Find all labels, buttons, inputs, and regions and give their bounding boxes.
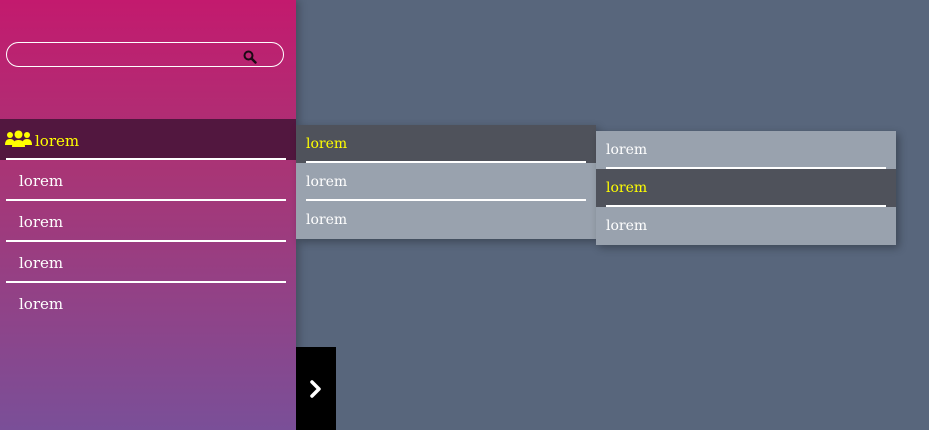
submenu1-item-2[interactable]: lorem — [296, 163, 596, 201]
submenu1-item-1[interactable]: lorem — [296, 125, 596, 163]
submenu-level-1: lorem lorem lorem — [296, 125, 596, 239]
sidebar-item-label: lorem — [19, 295, 64, 313]
sidebar-item-lorem-1[interactable]: lorem — [0, 119, 296, 160]
chevron-right-icon — [310, 380, 321, 398]
sidebar-item-lorem-2[interactable]: lorem — [0, 160, 296, 201]
search-box — [6, 42, 284, 67]
submenu-item-label: lorem — [606, 142, 648, 158]
search-icon[interactable] — [243, 49, 257, 64]
sidebar-item-label: lorem — [19, 172, 64, 190]
sidebar-menu: lorem lorem lorem lorem lorem — [0, 119, 296, 324]
sidebar-toggle-button[interactable] — [296, 347, 336, 430]
submenu-item-label: lorem — [306, 212, 348, 228]
sidebar-item-label: lorem — [35, 132, 80, 150]
sidebar: lorem lorem lorem lorem lorem — [0, 0, 296, 430]
users-icon — [5, 130, 32, 148]
submenu2-item-2[interactable]: lorem — [596, 169, 896, 207]
submenu-item-label: lorem — [306, 136, 348, 152]
submenu-item-label: lorem — [306, 174, 348, 190]
submenu1-item-3[interactable]: lorem — [296, 201, 596, 239]
search-input[interactable] — [17, 45, 241, 66]
submenu-level-2: lorem lorem lorem — [596, 131, 896, 245]
submenu2-item-3[interactable]: lorem — [596, 207, 896, 245]
sidebar-item-lorem-4[interactable]: lorem — [0, 242, 296, 283]
sidebar-item-label: lorem — [19, 213, 64, 231]
submenu2-item-1[interactable]: lorem — [596, 131, 896, 169]
sidebar-item-label: lorem — [19, 254, 64, 272]
submenu-item-label: lorem — [606, 180, 648, 196]
submenu-item-label: lorem — [606, 218, 648, 234]
sidebar-item-lorem-3[interactable]: lorem — [0, 201, 296, 242]
sidebar-item-lorem-5[interactable]: lorem — [0, 283, 296, 324]
